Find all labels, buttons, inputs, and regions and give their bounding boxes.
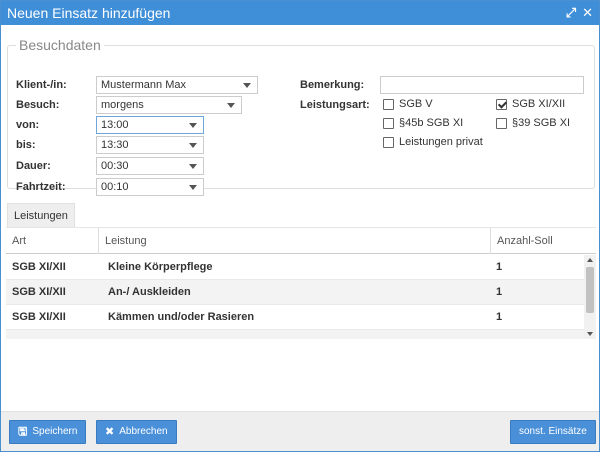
checkbox-sgb-xi-xii[interactable] — [496, 99, 507, 110]
checkbox-leistungen-privat[interactable] — [383, 137, 394, 148]
checkbox-label-leistungen-privat: Leistungen privat — [399, 136, 483, 148]
checkbox-label-sgb-v: SGB V — [399, 98, 433, 110]
dialog-window: Neuen Einsatz hinzufügen ⤢ ✕ Besuchdaten… — [0, 0, 600, 452]
checkbox-sgb-v[interactable] — [383, 99, 394, 110]
dialog-footer: 🖫 Speichern ✖ Abbrechen sonst. Einsätze — [1, 411, 599, 451]
grid-scrollbar[interactable] — [584, 255, 596, 339]
besuch-select[interactable]: morgens — [96, 96, 242, 114]
close-icon: ✖ — [105, 426, 115, 438]
checkbox-39-sgb-xi[interactable] — [496, 118, 507, 129]
tab-leistungen[interactable]: Leistungen — [7, 203, 75, 227]
table-row[interactable]: SGB XI/XII Kleine Körperpflege 1 — [6, 255, 584, 280]
fahrzeit-label: Fahrtzeit: — [16, 181, 66, 193]
cell-anzahl: 1 — [496, 311, 503, 323]
checkbox-label-45b-sgb-xi: §45b SGB XI — [399, 117, 464, 129]
column-header-anzahl-soll[interactable]: Anzahl-Soll — [490, 228, 596, 254]
dauer-value: 00:30 — [101, 160, 129, 172]
cell-anzahl: 1 — [496, 261, 503, 273]
save-button-label: Speichern — [32, 426, 78, 437]
table-row[interactable]: SGB XI/XII Kämmen und/oder Rasieren 1 — [6, 305, 584, 330]
chevron-down-icon — [227, 103, 235, 108]
checkbox-45b-sgb-xi[interactable] — [383, 118, 394, 129]
bis-select[interactable]: 13:30 — [96, 136, 204, 154]
von-select[interactable]: 13:00 — [96, 116, 204, 134]
title-bar[interactable]: Neuen Einsatz hinzufügen ⤢ ✕ — [1, 1, 599, 25]
cell-anzahl: 1 — [496, 286, 503, 298]
chevron-down-icon — [243, 83, 251, 88]
chevron-down-icon — [189, 123, 197, 128]
chevron-down-icon — [189, 164, 197, 169]
cell-art: SGB XI/XII — [12, 261, 66, 273]
bemerkung-input[interactable] — [380, 76, 584, 94]
table-row[interactable] — [6, 330, 584, 339]
cancel-button[interactable]: ✖ Abbrechen — [96, 420, 177, 444]
other-assignments-button-label: sonst. Einsätze — [519, 426, 587, 437]
grid-header: Art Leistung Anzahl-Soll — [6, 228, 596, 254]
klient-value: Mustermann Max — [101, 79, 186, 91]
leistungsart-label: Leistungsart: — [300, 99, 370, 111]
bis-value: 13:30 — [101, 139, 129, 151]
cell-art: SGB XI/XII — [12, 311, 66, 323]
close-icon[interactable]: ✕ — [582, 1, 593, 25]
chevron-down-icon — [189, 143, 197, 148]
dialog-title: Neuen Einsatz hinzufügen — [7, 5, 171, 21]
von-value: 13:00 — [101, 119, 129, 131]
fahrzeit-value: 00:10 — [101, 181, 129, 193]
cell-art: SGB XI/XII — [12, 286, 66, 298]
klient-select[interactable]: Mustermann Max — [96, 76, 258, 94]
chevron-down-icon — [189, 185, 197, 190]
column-header-leistung[interactable]: Leistung — [98, 228, 490, 254]
cell-leistung: An-/ Auskleiden — [108, 286, 191, 298]
scroll-up-icon[interactable] — [587, 258, 593, 262]
cancel-button-label: Abbrechen — [119, 426, 168, 437]
von-label: von: — [16, 119, 40, 131]
cell-leistung: Kämmen und/oder Rasieren — [108, 311, 255, 323]
checkbox-label-sgb-xi-xii: SGB XI/XII — [512, 98, 566, 110]
besuch-label: Besuch: — [16, 99, 60, 111]
dauer-select[interactable]: 00:30 — [96, 157, 204, 175]
expand-icon[interactable]: ⤢ — [566, 1, 576, 25]
leistungen-grid: Art Leistung Anzahl-Soll SGB XI/XII Klei… — [6, 227, 596, 339]
cell-leistung: Kleine Körperpflege — [108, 261, 213, 273]
klient-label: Klient-/in: — [16, 79, 67, 91]
fahrzeit-select[interactable]: 00:10 — [96, 178, 204, 196]
bemerkung-label: Bemerkung: — [300, 79, 365, 91]
column-header-art[interactable]: Art — [6, 228, 98, 254]
floppy-disk-icon: 🖫 — [18, 426, 28, 438]
besuch-value: morgens — [101, 99, 144, 111]
save-button[interactable]: 🖫 Speichern — [9, 420, 87, 444]
scroll-down-icon[interactable] — [587, 332, 593, 336]
besuchdaten-legend: Besuchdaten — [19, 37, 101, 53]
table-row[interactable]: SGB XI/XII An-/ Auskleiden 1 — [6, 280, 584, 305]
other-assignments-button[interactable]: sonst. Einsätze — [510, 420, 596, 444]
scrollbar-thumb[interactable] — [586, 267, 594, 313]
besuchdaten-fieldset: Besuchdaten Klient-/in: Mustermann Max B… — [7, 37, 595, 196]
dauer-label: Dauer: — [16, 160, 51, 172]
bis-label: bis: — [16, 139, 36, 151]
checkbox-label-39-sgb-xi: §39 SGB XI — [512, 117, 571, 129]
